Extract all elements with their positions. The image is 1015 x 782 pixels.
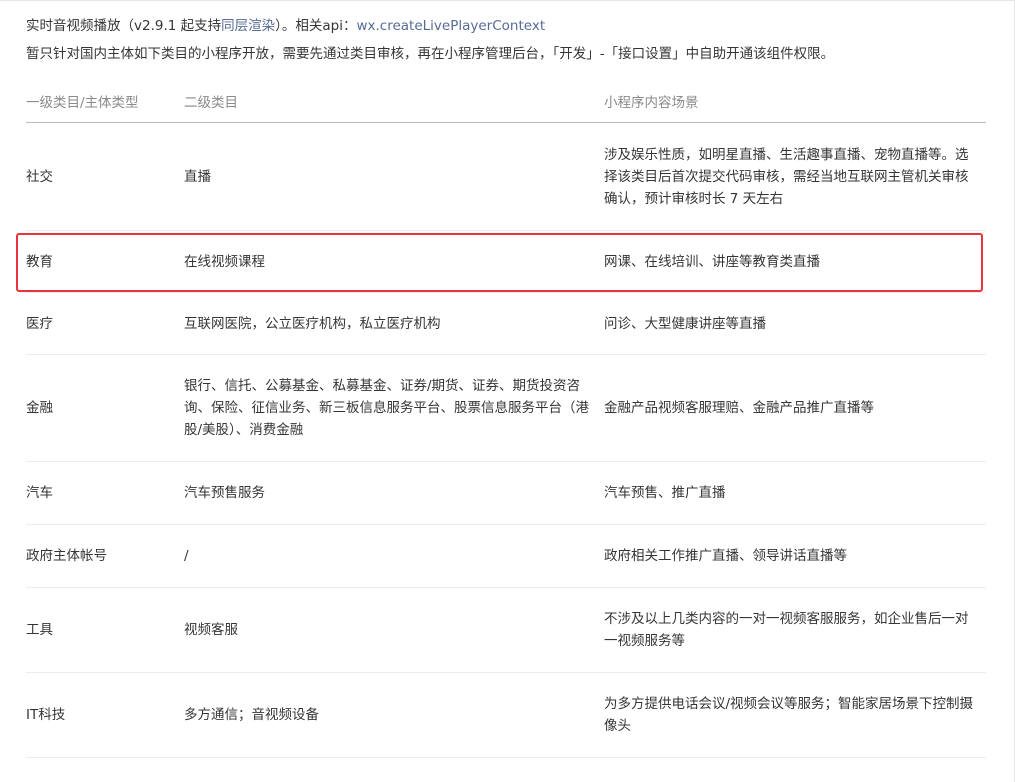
category-cell: 教育 [26,230,184,293]
table-row: 医疗 互联网医院，公立医疗机构，私立医疗机构 问诊、大型健康讲座等直播 [26,292,986,355]
category-cell: 汽车 [26,461,184,525]
subcategory-cell: 互联网医院，公立医疗机构，私立医疗机构 [184,292,604,355]
table-row: 政府主体帐号 / 政府相关工作推广直播、领导讲话直播等 [26,524,986,588]
intro-prefix: 实时音视频播放（v2.9.1 起支持 [26,18,222,34]
api-link[interactable]: wx.createLivePlayerContext [356,18,545,34]
category-cell: 金融 [26,354,184,462]
table-row: 金融 银行、信托、公募基金、私募基金、证券/期货、证券、期货投资咨询、保险、征信业… [26,354,986,462]
table-header-row: 一级类目/主体类型 二级类目 小程序内容场景 [26,80,986,123]
category-cell: 工具 [26,587,184,673]
table-row: 教育 在线视频课程 网课、在线培训、讲座等教育类直播 [26,230,986,293]
category-table: 一级类目/主体类型 二级类目 小程序内容场景 社交 直播 涉及娱乐性质，如明星直播、… [26,80,986,758]
subcategory-cell: 汽车预售服务 [184,461,604,525]
table-row: 汽车 汽车预售服务 汽车预售、推广直播 [26,461,986,525]
category-cell: 医疗 [26,292,184,355]
table-row: 工具 视频客服 不涉及以上几类内容的一对一视频客服服务，如企业售后一对一视频服务等 [26,587,986,673]
header-subcategory: 二级类目 [184,80,604,123]
top-border [0,0,1015,1]
table-row: IT科技 多方通信；音视频设备 为多方提供电话会议/视频会议等服务；智能家居场景下控… [26,672,986,758]
intro-line: 实时音视频播放（v2.9.1 起支持同层渲染）。相关api：wx.createL… [26,16,545,36]
table-row: 社交 直播 涉及娱乐性质，如明星直播、生活趣事直播、宠物直播等。选择该类目后首次提交… [26,122,986,231]
subcategory-cell: 银行、信托、公募基金、私募基金、证券/期货、证券、期货投资咨询、保险、征信业务、… [184,354,604,462]
intro-middle: ）。相关api： [275,18,357,34]
subcategory-cell: 视频客服 [184,587,604,673]
subcategory-cell: 在线视频课程 [184,230,604,293]
category-cell: 政府主体帐号 [26,524,184,588]
scene-cell: 为多方提供电话会议/视频会议等服务；智能家居场景下控制摄像头 [604,672,986,758]
scene-cell: 金融产品视频客服理赔、金融产品推广直播等 [604,354,986,462]
scene-cell: 不涉及以上几类内容的一对一视频客服服务，如企业售后一对一视频服务等 [604,587,986,673]
intro-note: 暂只针对国内主体如下类目的小程序开放，需要先通过类目审核，再在小程序管理后台，「… [26,46,835,62]
scene-cell: 汽车预售、推广直播 [604,461,986,525]
subcategory-cell: / [184,524,604,588]
scene-cell: 政府相关工作推广直播、领导讲话直播等 [604,524,986,588]
same-layer-render-link[interactable]: 同层渲染 [221,18,275,34]
header-scene: 小程序内容场景 [604,80,986,123]
scene-cell: 涉及娱乐性质，如明星直播、生活趣事直播、宠物直播等。选择该类目后首次提交代码审核… [604,122,986,231]
category-cell: 社交 [26,122,184,231]
header-category: 一级类目/主体类型 [26,80,184,123]
scene-cell: 网课、在线培训、讲座等教育类直播 [604,230,986,293]
category-cell: IT科技 [26,672,184,758]
subcategory-cell: 直播 [184,122,604,231]
scene-cell: 问诊、大型健康讲座等直播 [604,292,986,355]
subcategory-cell: 多方通信；音视频设备 [184,672,604,758]
